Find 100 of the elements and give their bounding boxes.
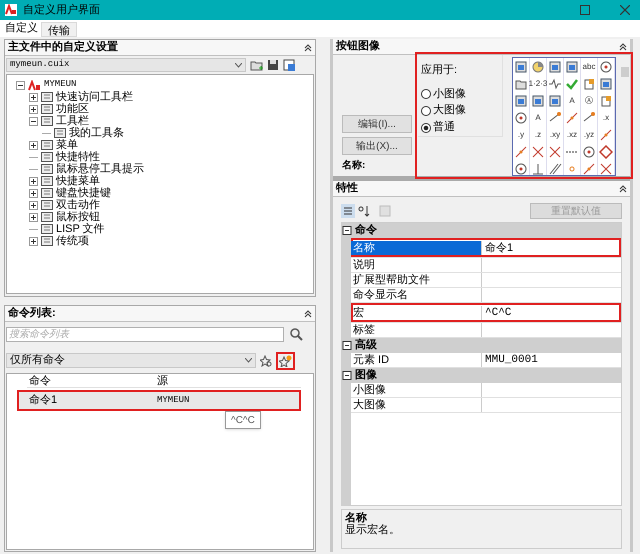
table-row[interactable]: 命令1 MYMEUN <box>17 390 301 411</box>
expand-icon[interactable] <box>29 188 38 198</box>
scrollbar-thumb[interactable] <box>621 67 629 77</box>
line-icon[interactable] <box>514 144 528 158</box>
icon-label: A <box>569 96 575 104</box>
expand-icon[interactable] <box>29 104 38 114</box>
expand-icon[interactable] <box>29 92 38 102</box>
property-name[interactable]: 大图像 <box>351 398 482 412</box>
node-icon <box>41 188 53 198</box>
property-name[interactable]: 元素 ID <box>351 353 482 367</box>
tile-icon[interactable] <box>565 60 579 74</box>
cross-icon[interactable] <box>548 144 562 158</box>
panel-title: 特性 <box>336 180 358 196</box>
ring-icon[interactable] <box>599 60 613 74</box>
window-icon[interactable] <box>283 58 296 72</box>
filter-dropdown[interactable]: 仅所有命令 <box>6 353 256 368</box>
tile-icon[interactable] <box>548 60 562 74</box>
open-folder-icon[interactable] <box>250 59 263 71</box>
tree-item[interactable]: 传统项 <box>56 232 89 250</box>
category-title: 命令 <box>355 222 377 238</box>
expand-icon[interactable] <box>29 212 38 222</box>
collapse-icon[interactable] <box>619 184 627 192</box>
collapse-icon[interactable] <box>342 341 352 350</box>
tab[interactable]: 传输 <box>41 22 77 37</box>
property-name[interactable]: 扩展型帮助文件 <box>351 273 482 287</box>
close-icon[interactable] <box>620 5 630 15</box>
caret-icon <box>235 62 242 68</box>
radio-option[interactable]: 小图像 <box>421 86 502 102</box>
radio-option[interactable]: 普通 <box>421 119 502 136</box>
tile-icon[interactable] <box>548 94 562 108</box>
icon-label: .xz <box>566 130 578 138</box>
panel-title: 命令列表: <box>8 306 56 322</box>
search-icon[interactable] <box>290 328 303 341</box>
collapse-icon[interactable] <box>342 226 352 235</box>
categorized-icon[interactable] <box>341 204 355 218</box>
parallel-icon[interactable] <box>548 162 562 175</box>
node-icon[interactable] <box>548 110 562 124</box>
line-icon[interactable] <box>582 162 596 175</box>
panel-title: 主文件中的自定义设置 <box>8 40 118 56</box>
button[interactable]: 编辑(I)... <box>342 115 412 133</box>
property-name[interactable]: 说明 <box>351 258 482 272</box>
tile-icon[interactable] <box>531 94 545 108</box>
collapse-icon[interactable] <box>342 371 352 380</box>
doc-icon[interactable] <box>599 94 613 108</box>
cross-icon[interactable] <box>531 144 545 158</box>
wave-icon[interactable] <box>548 76 562 90</box>
column-header[interactable]: 命令 <box>27 372 155 390</box>
sort-icon[interactable] <box>357 204 371 218</box>
maximize-icon[interactable] <box>580 5 590 15</box>
property-name[interactable]: 命令显示名 <box>351 288 482 302</box>
node-icon <box>41 104 53 114</box>
ring-icon[interactable] <box>582 144 596 158</box>
doc-icon[interactable] <box>582 76 596 90</box>
collapse-icon[interactable] <box>304 310 312 318</box>
radio-option[interactable]: 大图像 <box>421 102 502 120</box>
category-title: 图像 <box>355 368 377 384</box>
search-field[interactable]: 搜索命令列表 <box>6 327 284 342</box>
button[interactable]: 输出(X)... <box>342 137 412 155</box>
property-value[interactable]: ^C^C <box>482 306 512 320</box>
node-icon[interactable] <box>582 110 596 124</box>
expand-icon[interactable] <box>29 140 38 150</box>
property-name[interactable]: 标签 <box>351 323 482 337</box>
property-name[interactable]: 宏 <box>351 306 482 320</box>
property-name[interactable]: 小图像 <box>351 383 482 397</box>
property-value[interactable]: MMU_0001 <box>482 353 538 367</box>
expand-icon[interactable] <box>29 200 38 210</box>
line-icon[interactable] <box>599 128 613 142</box>
new-favorite-button[interactable] <box>276 352 295 370</box>
collapse-icon[interactable] <box>304 44 312 52</box>
ring-icon[interactable] <box>514 162 528 175</box>
tree-item[interactable]: MYMEUN <box>44 78 76 92</box>
node-icon <box>41 212 53 222</box>
line-icon[interactable] <box>565 110 579 124</box>
icon-label: A <box>535 114 541 122</box>
pie-icon[interactable] <box>531 60 545 74</box>
node-icon <box>41 236 53 246</box>
node-icon <box>54 128 66 138</box>
node-icon <box>41 200 53 210</box>
tile-icon[interactable] <box>599 76 613 90</box>
expand-icon[interactable] <box>29 236 38 246</box>
ring-icon[interactable] <box>514 110 528 124</box>
perp-icon[interactable] <box>531 162 545 175</box>
file-dropdown[interactable]: mymeun.cuix <box>6 58 246 72</box>
tile-icon[interactable] <box>514 60 528 74</box>
new-star-icon[interactable] <box>279 354 292 366</box>
node-icon <box>41 176 53 186</box>
property-value[interactable]: 命令1 <box>482 240 514 254</box>
check-icon[interactable] <box>565 76 579 90</box>
collapse-icon[interactable] <box>619 42 627 50</box>
column-header[interactable]: 源 <box>155 372 168 390</box>
property-name[interactable]: 名称 <box>351 240 482 254</box>
cross-icon[interactable] <box>599 162 613 175</box>
collapse-icon[interactable] <box>29 116 38 126</box>
panel-title: 按钮图像 <box>336 38 380 54</box>
save-icon[interactable] <box>267 59 279 71</box>
diamond-icon[interactable] <box>599 144 613 158</box>
tile-icon[interactable] <box>514 94 528 108</box>
star-search-icon[interactable] <box>260 354 272 366</box>
collapse-icon[interactable] <box>16 80 25 90</box>
expand-icon[interactable] <box>29 176 38 186</box>
